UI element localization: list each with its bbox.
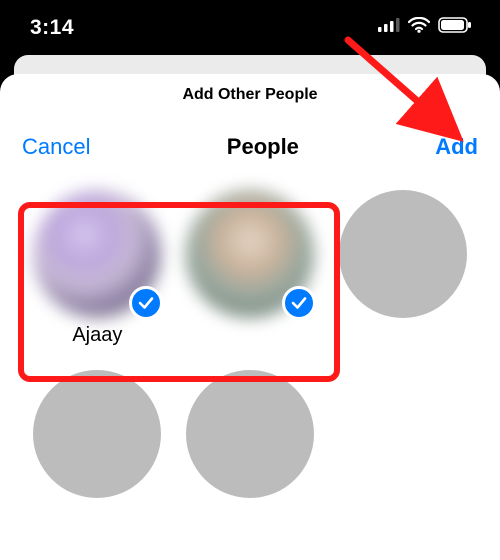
cancel-button[interactable]: Cancel bbox=[22, 134, 90, 160]
person-cell[interactable] bbox=[30, 370, 165, 528]
person-avatar bbox=[33, 370, 161, 498]
people-picker-sheet: Add Other People Cancel People Add Ajaay bbox=[0, 74, 500, 560]
nav-title: People bbox=[227, 134, 299, 160]
person-cell[interactable]: Ajaay bbox=[30, 190, 165, 348]
cellular-icon bbox=[378, 18, 400, 37]
nav-bar: Cancel People Add bbox=[0, 134, 500, 160]
person-name-label: Ajaay bbox=[72, 324, 122, 348]
wifi-icon bbox=[408, 17, 430, 38]
people-grid: Ajaay bbox=[0, 190, 500, 528]
add-button[interactable]: Add bbox=[435, 134, 478, 160]
status-indicators bbox=[378, 17, 472, 38]
person-avatar bbox=[186, 370, 314, 498]
person-cell[interactable] bbox=[183, 190, 318, 348]
selected-check-icon bbox=[282, 286, 316, 320]
selected-check-icon bbox=[129, 286, 163, 320]
person-cell[interactable] bbox=[183, 370, 318, 528]
person-avatar bbox=[339, 190, 467, 318]
sheet-subtitle: Add Other People bbox=[0, 86, 500, 104]
person-cell[interactable] bbox=[335, 190, 470, 348]
battery-icon bbox=[438, 17, 472, 38]
status-time: 3:14 bbox=[30, 16, 74, 40]
status-bar: 3:14 bbox=[0, 0, 500, 55]
